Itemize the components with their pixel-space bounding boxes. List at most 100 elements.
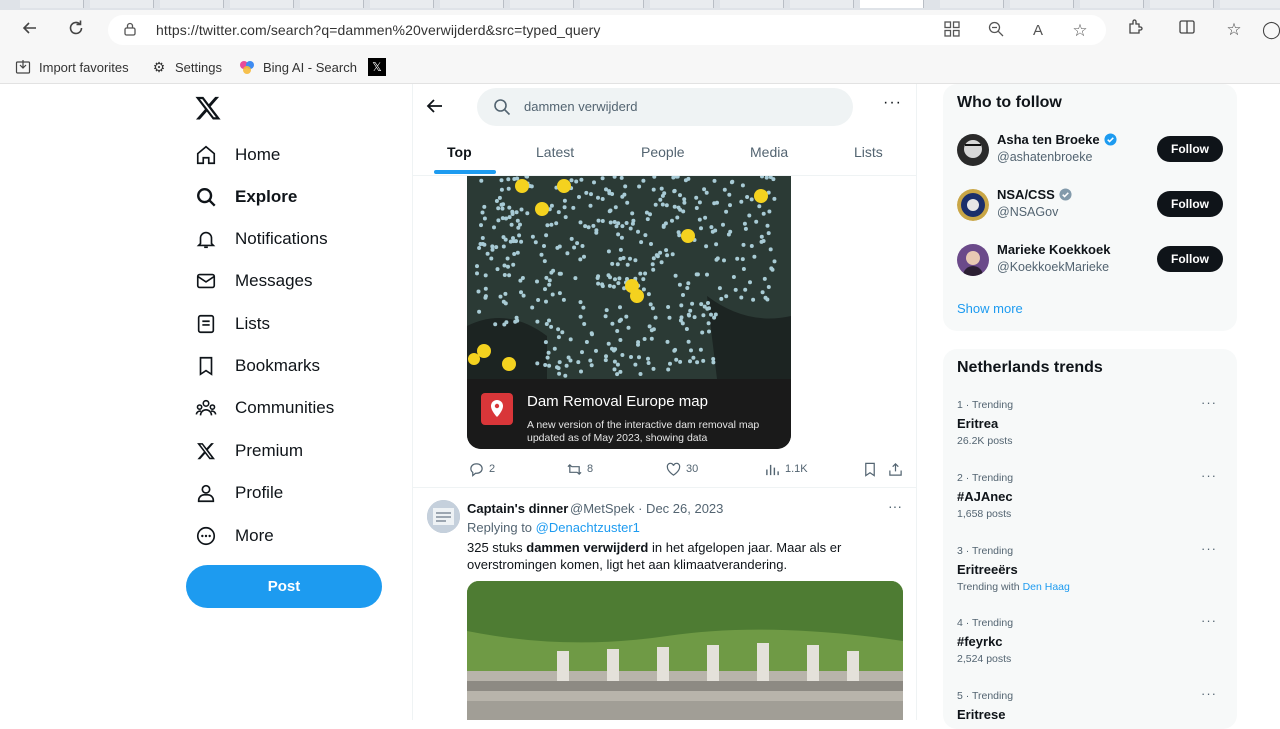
tab-media[interactable]: Media [750, 144, 788, 160]
lock-icon[interactable] [124, 22, 136, 36]
nav-bookmarks[interactable]: Bookmarks [194, 349, 320, 383]
author-handle[interactable]: @MetSpek · Dec 26, 2023 [570, 501, 723, 516]
browser-tab[interactable] [1150, 0, 1214, 8]
map-dot [690, 301, 695, 306]
map-dot [557, 371, 562, 376]
repost-button[interactable]: 8 [566, 460, 593, 478]
browser-tab[interactable] [90, 0, 154, 8]
map-dot [560, 330, 565, 335]
read-aloud-icon[interactable]: A [1028, 21, 1048, 41]
bookmark-button[interactable] [862, 460, 883, 478]
browser-tab[interactable] [160, 0, 224, 8]
nav-more[interactable]: More [194, 519, 274, 553]
trend-more-icon[interactable]: ··· [1201, 613, 1217, 628]
browser-tab[interactable] [510, 0, 574, 8]
favorite-import[interactable]: Import favorites [14, 57, 129, 77]
tweet-image[interactable] [467, 581, 903, 720]
trend-related-link[interactable]: Den Haag [1023, 581, 1070, 593]
avatar[interactable] [957, 134, 989, 166]
browser-tab[interactable] [790, 0, 854, 8]
browser-tab[interactable] [580, 0, 644, 8]
browser-tab[interactable] [300, 0, 364, 8]
trend-more-icon[interactable]: ··· [1201, 468, 1217, 483]
favorite-x[interactable]: 𝕏 [368, 57, 386, 77]
suggested-user[interactable]: Asha ten Broeke @ashatenbroeke Follow [957, 132, 1229, 172]
view-count: 1.1K [785, 463, 808, 475]
trend-more-icon[interactable]: ··· [1201, 395, 1217, 410]
trend-item[interactable]: 3 · Trending Eritreeërs Trending with De… [957, 541, 1225, 593]
nav-profile[interactable]: Profile [194, 476, 283, 510]
suggested-user[interactable]: NSA/CSS @NSAGov Follow [957, 187, 1229, 227]
star-icon[interactable]: ☆ [1070, 21, 1090, 41]
tab-top[interactable]: Top [447, 144, 472, 160]
browser-tab[interactable] [720, 0, 784, 8]
avatar[interactable] [957, 244, 989, 276]
browser-tab[interactable] [1010, 0, 1074, 8]
browser-tab[interactable] [1080, 0, 1144, 8]
follow-button[interactable]: Follow [1157, 191, 1223, 217]
trend-more-icon[interactable]: ··· [1201, 686, 1217, 701]
browser-tab[interactable] [20, 0, 84, 8]
search-input[interactable]: dammen verwijderd [477, 88, 853, 126]
suggested-user[interactable]: Marieke Koekkoek @KoekkoekMarieke Follow [957, 242, 1229, 282]
trend-item[interactable]: 1 · Trending Eritrea 26.2K posts ··· [957, 395, 1225, 447]
replying-to-link[interactable]: @Denachtzuster1 [536, 520, 640, 535]
refresh-icon[interactable] [64, 18, 88, 42]
browser-tab-active[interactable] [860, 0, 924, 8]
map-dot [616, 232, 621, 237]
browser-tab[interactable] [440, 0, 504, 8]
nav-home[interactable]: Home [194, 138, 280, 172]
trend-item[interactable]: 2 · Trending #AJAnec 1,658 posts ··· [957, 468, 1225, 520]
share-button[interactable] [887, 460, 908, 478]
map-dot [705, 306, 710, 311]
nav-explore[interactable]: Explore [194, 180, 297, 214]
author-name[interactable]: Captain's dinner [467, 501, 568, 516]
avatar[interactable] [957, 189, 989, 221]
zoom-out-icon[interactable] [986, 21, 1006, 41]
split-screen-icon[interactable] [1175, 18, 1199, 42]
tweet[interactable]: Captain's dinner @MetSpek · Dec 26, 2023… [413, 487, 916, 720]
follow-button[interactable]: Follow [1157, 136, 1223, 162]
reply-button[interactable]: 2 [468, 460, 495, 478]
search-query[interactable]: dammen verwijderd [524, 99, 637, 114]
trend-item[interactable]: 5 · Trending Eritrese ··· [957, 686, 1225, 722]
like-button[interactable]: 30 [665, 460, 698, 478]
x-logo-icon[interactable] [194, 94, 222, 122]
extensions-icon[interactable] [1124, 18, 1148, 42]
browser-tab[interactable] [940, 0, 1004, 8]
nav-communities[interactable]: Communities [194, 391, 334, 425]
nav-label: Lists [235, 314, 270, 333]
follow-button[interactable]: Follow [1157, 246, 1223, 272]
show-more-link[interactable]: Show more [957, 301, 1023, 316]
avatar[interactable] [427, 500, 460, 533]
favorite-bing[interactable]: Bing AI - Search [238, 57, 357, 77]
nav-notifications[interactable]: Notifications [194, 222, 328, 256]
map-dot [507, 273, 512, 278]
tab-lists[interactable]: Lists [854, 144, 883, 160]
views-button[interactable]: 1.1K [764, 460, 808, 478]
nav-premium[interactable]: Premium [194, 434, 303, 468]
trend-item[interactable]: 4 · Trending #feyrkc 2,524 posts ··· [957, 613, 1225, 665]
map-dot [549, 203, 554, 208]
browser-tab[interactable] [650, 0, 714, 8]
favorites-icon[interactable]: ☆ [1222, 18, 1246, 42]
trend-more-icon[interactable]: ··· [1201, 541, 1217, 556]
nav-messages[interactable]: Messages [194, 264, 312, 298]
nav-lists[interactable]: Lists [194, 307, 270, 341]
back-icon[interactable] [18, 18, 42, 42]
link-card[interactable]: Dam Removal Europe map A new version of … [467, 176, 791, 449]
profile-icon[interactable]: ◯ [1262, 18, 1280, 42]
post-button[interactable]: Post [186, 565, 382, 608]
browser-tab[interactable] [370, 0, 434, 8]
apps-icon[interactable] [942, 21, 962, 41]
browser-tab[interactable] [1220, 0, 1280, 8]
browser-tab[interactable] [230, 0, 294, 8]
back-arrow-icon[interactable] [425, 96, 445, 116]
url-text[interactable]: https://twitter.com/search?q=dammen%20ve… [156, 22, 601, 38]
favorite-settings[interactable]: ⚙ Settings [150, 57, 222, 77]
more-options-icon[interactable]: ··· [883, 94, 902, 112]
tab-people[interactable]: People [641, 144, 685, 160]
address-bar[interactable]: https://twitter.com/search?q=dammen%20ve… [108, 15, 1106, 45]
more-options-icon[interactable]: ··· [888, 498, 902, 514]
tab-latest[interactable]: Latest [536, 144, 574, 160]
